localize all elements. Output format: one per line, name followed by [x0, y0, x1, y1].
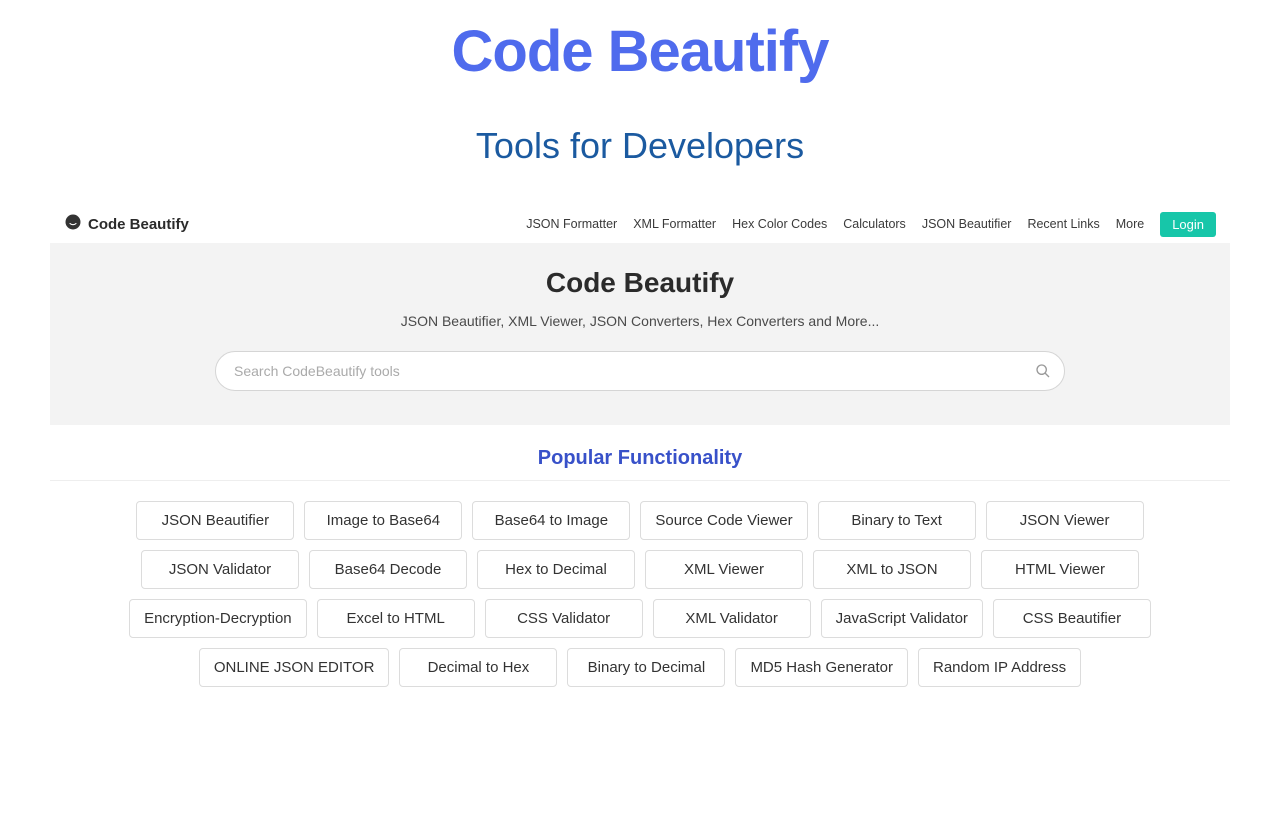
tool-card[interactable]: JSON Beautifier — [136, 501, 294, 540]
tool-card[interactable]: JSON Viewer — [986, 501, 1144, 540]
nav-right: JSON Formatter XML Formatter Hex Color C… — [526, 212, 1216, 237]
tool-card[interactable]: CSS Validator — [485, 599, 643, 638]
tool-card[interactable]: MD5 Hash Generator — [735, 648, 908, 687]
tool-card[interactable]: Base64 Decode — [309, 550, 467, 589]
cards-container: JSON Beautifier Image to Base64 Base64 to … — [80, 501, 1200, 687]
navbar: Code Beautify JSON Formatter XML Formatt… — [50, 205, 1230, 243]
brand[interactable]: Code Beautify — [64, 213, 189, 235]
search-input[interactable] — [215, 351, 1065, 391]
nav-link-hex-color[interactable]: Hex Color Codes — [732, 217, 827, 231]
hero-heading: Code Beautify — [50, 267, 1230, 299]
brand-text: Code Beautify — [88, 216, 189, 233]
nav-link-json-beautifier[interactable]: JSON Beautifier — [922, 217, 1012, 231]
brand-icon — [64, 213, 82, 235]
tool-card[interactable]: Random IP Address — [918, 648, 1081, 687]
tool-card[interactable]: Decimal to Hex — [399, 648, 557, 687]
tool-card[interactable]: Encryption-Decryption — [129, 599, 307, 638]
tool-card[interactable]: Source Code Viewer — [640, 501, 807, 540]
nav-link-calculators[interactable]: Calculators — [843, 217, 906, 231]
search-icon[interactable] — [1035, 363, 1051, 379]
tool-card[interactable]: Binary to Decimal — [567, 648, 725, 687]
nav-link-json-formatter[interactable]: JSON Formatter — [526, 217, 617, 231]
page-subtitle: Tools for Developers — [0, 125, 1280, 167]
tool-card[interactable]: XML Validator — [653, 599, 811, 638]
section-title: Popular Functionality — [50, 447, 1230, 481]
tool-card[interactable]: XML Viewer — [645, 550, 803, 589]
tool-card[interactable]: Binary to Text — [818, 501, 976, 540]
hero-box: Code Beautify JSON Beautifier, XML Viewe… — [50, 243, 1230, 425]
nav-link-more[interactable]: More — [1116, 217, 1144, 231]
tool-card[interactable]: Image to Base64 — [304, 501, 462, 540]
tool-card[interactable]: XML to JSON — [813, 550, 971, 589]
login-button[interactable]: Login — [1160, 212, 1216, 237]
tool-card[interactable]: Hex to Decimal — [477, 550, 635, 589]
tool-card[interactable]: Base64 to Image — [472, 501, 630, 540]
tool-card[interactable]: ONLINE JSON EDITOR — [199, 648, 390, 687]
search-wrap — [215, 351, 1065, 391]
nav-link-xml-formatter[interactable]: XML Formatter — [633, 217, 716, 231]
tool-card[interactable]: JavaScript Validator — [821, 599, 983, 638]
hero-description: JSON Beautifier, XML Viewer, JSON Conver… — [50, 313, 1230, 329]
tool-card[interactable]: JSON Validator — [141, 550, 299, 589]
nav-link-recent[interactable]: Recent Links — [1027, 217, 1099, 231]
page-title: Code Beautify — [0, 18, 1280, 85]
tool-card[interactable]: Excel to HTML — [317, 599, 475, 638]
tool-card[interactable]: HTML Viewer — [981, 550, 1139, 589]
tool-card[interactable]: CSS Beautifier — [993, 599, 1151, 638]
